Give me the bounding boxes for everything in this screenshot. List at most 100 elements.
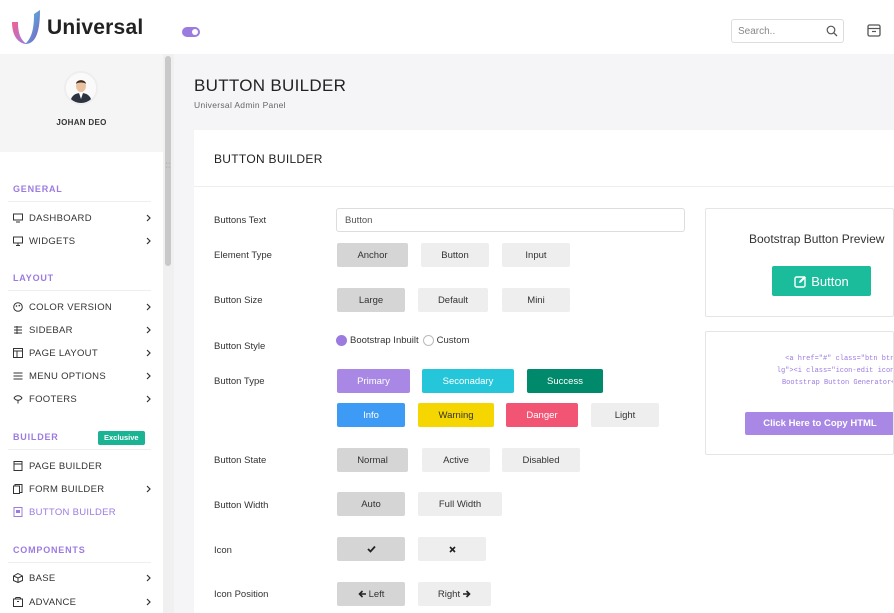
button-builder-icon	[13, 507, 23, 517]
calendar-icon[interactable]	[866, 22, 882, 38]
chevron-right-icon	[146, 349, 151, 357]
state-active-button[interactable]: Active	[422, 448, 490, 472]
icon-position-right-button[interactable]: Right	[418, 582, 491, 606]
icon-position-label: Right	[437, 588, 461, 600]
type-warning-button[interactable]: Warning	[418, 403, 494, 427]
state-disabled-button[interactable]: Disabled	[502, 448, 580, 472]
button-preview-panel: Bootstrap Button Preview Button	[705, 208, 894, 317]
sidebar-item-dashboard[interactable]: DASHBOARD	[13, 210, 152, 226]
code-line: <a href="#" class="btn btn-success	[785, 355, 894, 363]
label-button-size: Button Size	[214, 295, 263, 306]
nav-divider	[8, 201, 151, 202]
sidebar-item-button-builder[interactable]: BUTTON BUILDER	[13, 504, 152, 520]
preview-button-label: Button	[811, 273, 849, 289]
element-type-anchor-button[interactable]: Anchor	[337, 243, 408, 267]
form-icon	[13, 484, 23, 494]
avatar[interactable]	[64, 71, 98, 105]
state-normal-button[interactable]: Normal	[337, 448, 408, 472]
chevron-right-icon	[146, 326, 151, 334]
label-button-state: Button State	[214, 455, 267, 466]
button-style-radio-group: Bootstrap Inbuilt Custom	[336, 335, 473, 346]
brand-name: Universal	[47, 16, 144, 39]
sidebar-item-form-builder[interactable]: FORM BUILDER	[13, 481, 152, 497]
buttons-text-input[interactable]	[336, 208, 685, 232]
card-title: BUTTON BUILDER	[214, 152, 323, 166]
sidebar-item-color-version[interactable]: COLOR VERSION	[13, 299, 152, 315]
type-light-button[interactable]: Light	[591, 403, 659, 427]
sidebar-item-label: FOOTERS	[29, 393, 78, 405]
footer-icon	[13, 395, 23, 404]
chevron-right-icon	[146, 395, 151, 403]
icon-close-button[interactable]	[418, 537, 486, 561]
element-type-button-button[interactable]: Button	[421, 243, 489, 267]
search-box	[731, 19, 844, 43]
chevron-right-icon	[146, 485, 151, 493]
sidebar: JOHAN DEO ·· ·· GENERAL DASHBOARD WIDGETS…	[0, 54, 174, 613]
universal-logo[interactable]	[10, 8, 42, 46]
element-type-input-button[interactable]: Input	[502, 243, 570, 267]
sidebar-item-widgets[interactable]: WIDGETS	[13, 233, 152, 249]
nav-divider	[8, 449, 151, 450]
label-icon-position: Icon Position	[214, 589, 269, 600]
search-icon[interactable]	[826, 25, 838, 37]
type-success-button[interactable]: Success	[527, 369, 603, 393]
radio-bootstrap-inbuilt[interactable]	[336, 335, 347, 346]
label-button-width: Button Width	[214, 500, 269, 511]
sidebar-scrollbar[interactable]: ·· ··	[163, 54, 174, 613]
sidebar-item-menu-options[interactable]: MENU OPTIONS	[13, 368, 152, 384]
chevron-right-icon	[146, 303, 151, 311]
nav-section-general: GENERAL	[13, 184, 63, 194]
label-button-style: Button Style	[214, 341, 266, 352]
html-code-panel: <a href="#" class="btn btn-success lg"><…	[705, 331, 894, 455]
type-secondary-button[interactable]: Seconadary	[422, 369, 514, 393]
size-default-button[interactable]: Default	[418, 288, 488, 312]
arrow-right-icon	[463, 590, 471, 598]
close-icon	[448, 545, 456, 553]
search-input[interactable]	[732, 20, 820, 42]
icon-check-button[interactable]	[337, 537, 405, 561]
page-icon	[13, 461, 23, 471]
sidebar-item-page-layout[interactable]: PAGE LAYOUT	[13, 345, 152, 361]
size-mini-button[interactable]: Mini	[502, 288, 570, 312]
sidebar-item-sidebar[interactable]: SIDEBAR	[13, 322, 152, 338]
sidebar-item-page-builder[interactable]: PAGE BUILDER	[13, 458, 152, 474]
width-full-button[interactable]: Full Width	[418, 492, 502, 516]
page-subtitle: Universal Admin Panel	[194, 100, 286, 110]
sidebar-item-footers[interactable]: FOOTERS	[13, 391, 152, 407]
chevron-right-icon	[146, 598, 151, 606]
page-title: BUTTON BUILDER	[194, 76, 347, 95]
scrollbar-grip-icon: ·· ··	[165, 160, 171, 171]
user-profile: JOHAN DEO	[0, 54, 163, 152]
nav-section-components: COMPONENTS	[13, 545, 86, 555]
radio-label: Custom	[436, 335, 470, 346]
radio-custom[interactable]	[422, 335, 434, 346]
edit-icon	[794, 275, 807, 288]
layout-icon	[13, 348, 23, 358]
sidebar-item-label: SIDEBAR	[29, 324, 73, 336]
copy-html-button[interactable]: Click Here to Copy HTML	[745, 412, 893, 435]
icon-position-label: Left	[368, 588, 385, 600]
chevron-right-icon	[146, 574, 151, 582]
theme-toggle[interactable]	[182, 27, 200, 37]
generated-code[interactable]: <a href="#" class="btn btn-success lg"><…	[728, 353, 894, 389]
sidebar-item-advance[interactable]: ADVANCE	[13, 594, 152, 610]
type-danger-button[interactable]: Danger	[506, 403, 578, 427]
nav-section-layout: LAYOUT	[13, 273, 54, 283]
type-info-button[interactable]: Info	[337, 403, 405, 427]
arrow-left-icon	[357, 590, 366, 598]
code-line: lg"><i class="icon-edit icon-white">	[776, 367, 894, 375]
sidebar-item-label: WIDGETS	[29, 235, 76, 247]
card-divider	[194, 186, 894, 187]
sidebar-item-label: COLOR VERSION	[29, 301, 113, 313]
sidebar-item-label: ADVANCE	[29, 596, 77, 608]
sidebar-item-base[interactable]: BASE	[13, 570, 152, 586]
nav-divider	[8, 562, 151, 563]
check-icon	[366, 545, 376, 553]
preview-button[interactable]: Button	[772, 266, 871, 296]
cube-icon	[13, 573, 23, 583]
icon-position-left-button[interactable]: Left	[337, 582, 405, 606]
size-large-button[interactable]: Large	[337, 288, 405, 312]
sidebar-item-label: BASE	[29, 572, 56, 584]
width-auto-button[interactable]: Auto	[337, 492, 405, 516]
type-primary-button[interactable]: Primary	[337, 369, 410, 393]
